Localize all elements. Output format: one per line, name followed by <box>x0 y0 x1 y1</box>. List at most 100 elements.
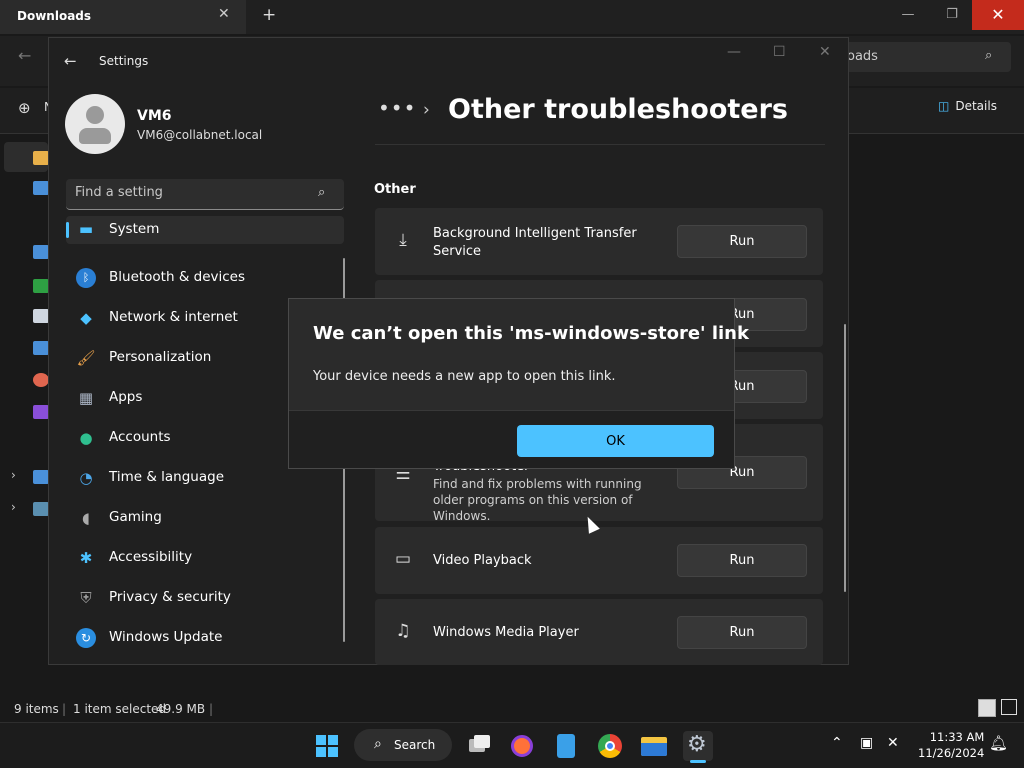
selection-indicator <box>66 222 69 238</box>
new-tab-icon[interactable]: + <box>262 5 276 25</box>
settings-taskbar-icon[interactable]: ⚙ <box>683 731 713 761</box>
expand-chevron-icon[interactable]: › <box>11 468 16 482</box>
taskbar: ⌕ Search ⚙ ⌃ ▣ ✕ 11:33 AM 11/26/2024 🔔︎ <box>0 722 1024 768</box>
chrome-icon[interactable] <box>595 731 625 761</box>
downloads-icon <box>33 279 49 293</box>
find-setting-input[interactable] <box>75 185 305 200</box>
nav-item-system[interactable]: ▬ System <box>66 216 344 244</box>
home-icon <box>33 151 49 165</box>
gallery-icon <box>33 181 49 195</box>
firefox-logo <box>511 735 533 757</box>
person-icon: ● <box>79 429 93 447</box>
back-arrow-icon[interactable]: ← <box>18 46 31 65</box>
update-icon: ↻ <box>76 628 96 648</box>
tiles-view-icon[interactable] <box>1001 699 1017 715</box>
explorer-search-text: oads <box>847 49 878 64</box>
gear-icon: ⚙ <box>687 732 707 757</box>
documents-icon <box>33 309 49 323</box>
new-plus-icon[interactable]: ⊕ <box>18 99 31 117</box>
nav-item-bluetooth[interactable]: ᛒ Bluetooth & devices <box>66 260 344 296</box>
expand-chevron-icon[interactable]: › <box>11 500 16 514</box>
explorer-search-input[interactable]: oads ⌕ <box>835 42 1011 72</box>
explorer-nav-pane: › › <box>0 136 49 696</box>
taskbar-search-button[interactable]: ⌕ Search <box>354 729 452 761</box>
network-icon <box>33 502 49 516</box>
nav-item-privacy[interactable]: ⛨ Privacy & security <box>66 580 344 616</box>
file-explorer-icon[interactable] <box>639 731 669 761</box>
nav-label: Network & internet <box>109 309 238 325</box>
minimize-icon[interactable]: — <box>886 0 930 30</box>
nav-label: Personalization <box>109 349 212 365</box>
pictures-icon <box>33 341 49 355</box>
content-scrollbar[interactable] <box>844 324 846 592</box>
ok-button[interactable]: OK <box>517 425 714 457</box>
chevron-up-icon[interactable]: ⌃ <box>831 735 843 751</box>
minimize-icon[interactable]: — <box>727 44 741 60</box>
chrome-logo-center <box>605 741 615 751</box>
avatar[interactable] <box>65 94 125 154</box>
close-tab-icon[interactable]: ✕ <box>218 6 230 22</box>
clock-time: 11:33 AM <box>929 730 985 744</box>
nav-label: Bluetooth & devices <box>109 269 246 285</box>
brush-icon: 🖌 <box>76 349 96 367</box>
troubleshooter-title: Windows Media Player <box>433 625 579 640</box>
page-title: Other troubleshooters <box>448 94 788 125</box>
nav-item-windows-update[interactable]: ↻ Windows Update <box>66 620 344 656</box>
volume-muted-icon[interactable]: ✕ <box>887 735 899 751</box>
apps-icon: ▦ <box>78 389 94 407</box>
details-button[interactable]: ◫ Details <box>938 99 997 113</box>
nav-label: Apps <box>109 389 143 405</box>
maximize-icon[interactable]: ☐ <box>773 44 786 60</box>
bluetooth-icon: ᛒ <box>76 268 96 288</box>
nav-label: Accessibility <box>109 549 193 565</box>
troubleshooter-title: Background Intelligent Transfer Service <box>433 226 637 259</box>
notification-bell-icon[interactable]: 🔔︎ <box>989 734 1008 752</box>
close-icon[interactable]: ✕ <box>819 44 831 60</box>
taskbar-search-label: Search <box>394 738 436 752</box>
windows-logo-pane <box>328 747 338 757</box>
back-arrow-icon[interactable]: ← <box>64 52 77 70</box>
breadcrumb-more-button[interactable]: ••• <box>378 96 416 120</box>
nav-item-accessibility[interactable]: ✱ Accessibility <box>66 540 344 576</box>
avatar-head <box>86 106 104 124</box>
explorer-tab[interactable]: Downloads ✕ <box>0 0 246 34</box>
network-status-icon[interactable]: ▣ <box>860 735 873 751</box>
azure-data-studio-icon[interactable] <box>551 731 581 761</box>
gamepad-icon: ◖ <box>82 509 90 527</box>
firefox-icon[interactable] <box>507 731 537 761</box>
close-window-icon[interactable]: ✕ <box>972 0 1024 30</box>
details-view-icon[interactable] <box>978 699 996 717</box>
details-label: Details <box>955 99 997 113</box>
download-icon: ⤓ <box>399 230 407 250</box>
section-heading: Other <box>374 182 416 197</box>
troubleshooter-description: Find and fix problems with running older… <box>433 477 642 523</box>
run-button[interactable]: Run <box>677 544 807 577</box>
nav-label: Windows Update <box>109 629 223 645</box>
item-count: 9 items <box>14 702 59 716</box>
avatar-body <box>79 128 111 144</box>
music-icon <box>33 373 49 387</box>
task-view-pane <box>474 735 490 748</box>
divider <box>375 144 825 145</box>
nav-label: Accounts <box>109 429 171 445</box>
task-view-icon[interactable] <box>464 731 494 761</box>
restore-icon[interactable]: ❐ <box>930 0 974 30</box>
troubleshooter-card: ▭ Video Playback Run <box>375 527 823 594</box>
find-setting-box[interactable]: ⌕ <box>66 179 344 210</box>
nav-label: System <box>109 221 160 237</box>
folder-logo-front <box>641 743 667 756</box>
status-divider: | <box>62 702 67 716</box>
monitor-icon: ▬ <box>78 220 94 238</box>
settings-window-title: Settings <box>99 54 149 68</box>
windows-logo-pane <box>328 735 338 745</box>
search-icon: ⌕ <box>985 48 993 63</box>
nav-item-gaming[interactable]: ◖ Gaming <box>66 500 344 536</box>
explorer-tab-bar: Downloads ✕ + — ❐ ✕ <box>0 0 1024 34</box>
start-windows-icon[interactable] <box>312 731 342 761</box>
run-button[interactable]: Run <box>677 225 807 258</box>
tab-title: Downloads <box>17 9 92 23</box>
app-logo <box>557 734 575 758</box>
dialog-title: We can’t open this 'ms-windows-store' li… <box>313 323 749 344</box>
taskbar-clock[interactable]: 11:33 AM 11/26/2024 <box>918 729 984 761</box>
run-button[interactable]: Run <box>677 616 807 649</box>
